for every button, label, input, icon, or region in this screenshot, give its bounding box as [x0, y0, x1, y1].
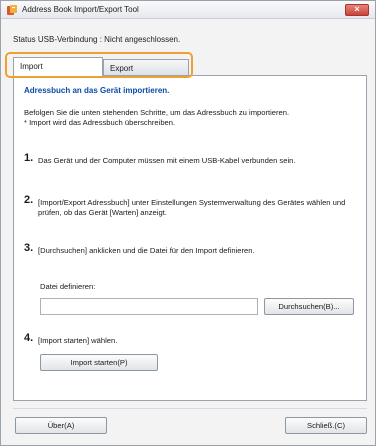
tab-import[interactable]: Import: [13, 57, 103, 76]
tab-bar: Import Export: [13, 57, 193, 76]
tab-export[interactable]: Export: [103, 59, 189, 75]
window-title: Address Book Import/Export Tool: [22, 5, 139, 14]
file-field-label: Datei definieren:: [40, 282, 96, 291]
panel-heading: Adressbuch an das Gerät importieren.: [24, 86, 170, 95]
panel-intro: Befolgen Sie die unten stehenden Schritt…: [24, 108, 364, 128]
footer-divider: [13, 408, 367, 409]
import-start-button[interactable]: Import starten(P): [40, 354, 158, 371]
close-button[interactable]: Schließ.(C): [285, 417, 367, 434]
browse-button[interactable]: Durchsuchen(B)...: [264, 298, 354, 315]
file-path-input[interactable]: [40, 298, 258, 315]
tab-export-label: Export: [110, 64, 134, 73]
import-panel: Adressbuch an das Gerät importieren. Bef…: [13, 75, 367, 401]
step-text: Das Gerät und der Computer müssen mit ei…: [38, 156, 296, 165]
address-book-app-icon: [7, 5, 17, 15]
step-number: 2.: [24, 194, 34, 206]
intro-instructions: Befolgen Sie die unten stehenden Schritt…: [24, 108, 290, 117]
about-button[interactable]: Über(A): [15, 417, 107, 434]
app-window: Address Book Import/Export Tool × Status…: [0, 0, 376, 446]
intro-warning: * Import wird das Adressbuch überschreib…: [24, 118, 176, 127]
connection-status: Status USB-Verbindung : Nicht angeschlos…: [13, 35, 181, 44]
close-icon: ×: [354, 4, 360, 14]
step-text: [Import/Export Adressbuch] unter Einstel…: [38, 198, 346, 217]
title-bar: Address Book Import/Export Tool ×: [1, 1, 375, 19]
step-text: [Import starten] wählen.: [38, 336, 118, 345]
step-text: [Durchsuchen] anklicken und die Datei fü…: [38, 246, 255, 255]
window-close-button[interactable]: ×: [345, 4, 369, 16]
tab-import-label: Import: [20, 62, 43, 71]
step-number: 3.: [24, 242, 34, 254]
step-number: 1.: [24, 152, 34, 164]
step-number: 4.: [24, 332, 34, 344]
